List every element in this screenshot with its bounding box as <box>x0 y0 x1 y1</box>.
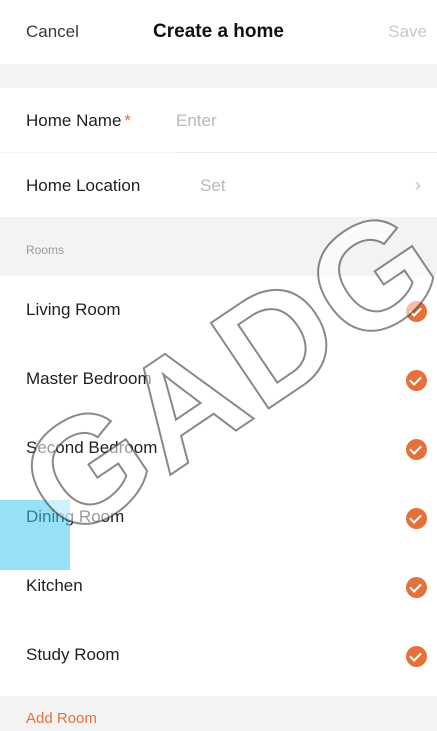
check-circle-icon[interactable] <box>406 370 427 391</box>
room-row[interactable]: Second Bedroom <box>0 414 437 483</box>
room-name: Second Bedroom <box>26 438 158 457</box>
room-row[interactable]: Study Room <box>0 621 437 690</box>
check-circle-icon[interactable] <box>406 646 427 667</box>
room-row[interactable]: Kitchen <box>0 552 437 621</box>
home-name-label: Home Name * <box>26 111 132 130</box>
check-circle-icon[interactable] <box>406 439 427 460</box>
room-row[interactable]: Master Bedroom <box>0 345 437 414</box>
add-room-button[interactable]: Add Room <box>26 710 97 727</box>
check-circle-icon[interactable] <box>406 508 427 529</box>
home-location-label: Home Location <box>26 176 141 195</box>
room-row[interactable]: Living Room <box>0 276 437 345</box>
room-name: Study Room <box>26 645 120 664</box>
room-name: Dining Room <box>26 507 125 526</box>
home-location-row[interactable]: Home Location Set › <box>0 153 437 217</box>
room-row[interactable]: Dining Room <box>0 483 437 552</box>
home-name-input[interactable]: Enter <box>176 111 217 131</box>
page-title: Create a home <box>153 21 284 42</box>
check-circle-icon[interactable] <box>406 301 427 322</box>
header-bar: Cancel Create a home Save <box>0 0 437 64</box>
header-gap <box>0 64 437 88</box>
home-location-value[interactable]: Set <box>200 176 226 196</box>
room-name: Kitchen <box>26 576 83 595</box>
rooms-list: Living Room Master Bedroom Second Bedroom D… <box>0 276 437 696</box>
room-name: Master Bedroom <box>26 369 152 388</box>
rooms-section-label: Rooms <box>26 243 65 257</box>
save-button[interactable]: Save <box>388 22 427 42</box>
check-circle-icon[interactable] <box>406 577 427 598</box>
chevron-right-icon: › <box>415 175 421 195</box>
home-name-row[interactable]: Home Name * Enter <box>0 88 437 152</box>
room-name: Living Room <box>26 300 121 319</box>
required-mark: * <box>124 111 132 130</box>
